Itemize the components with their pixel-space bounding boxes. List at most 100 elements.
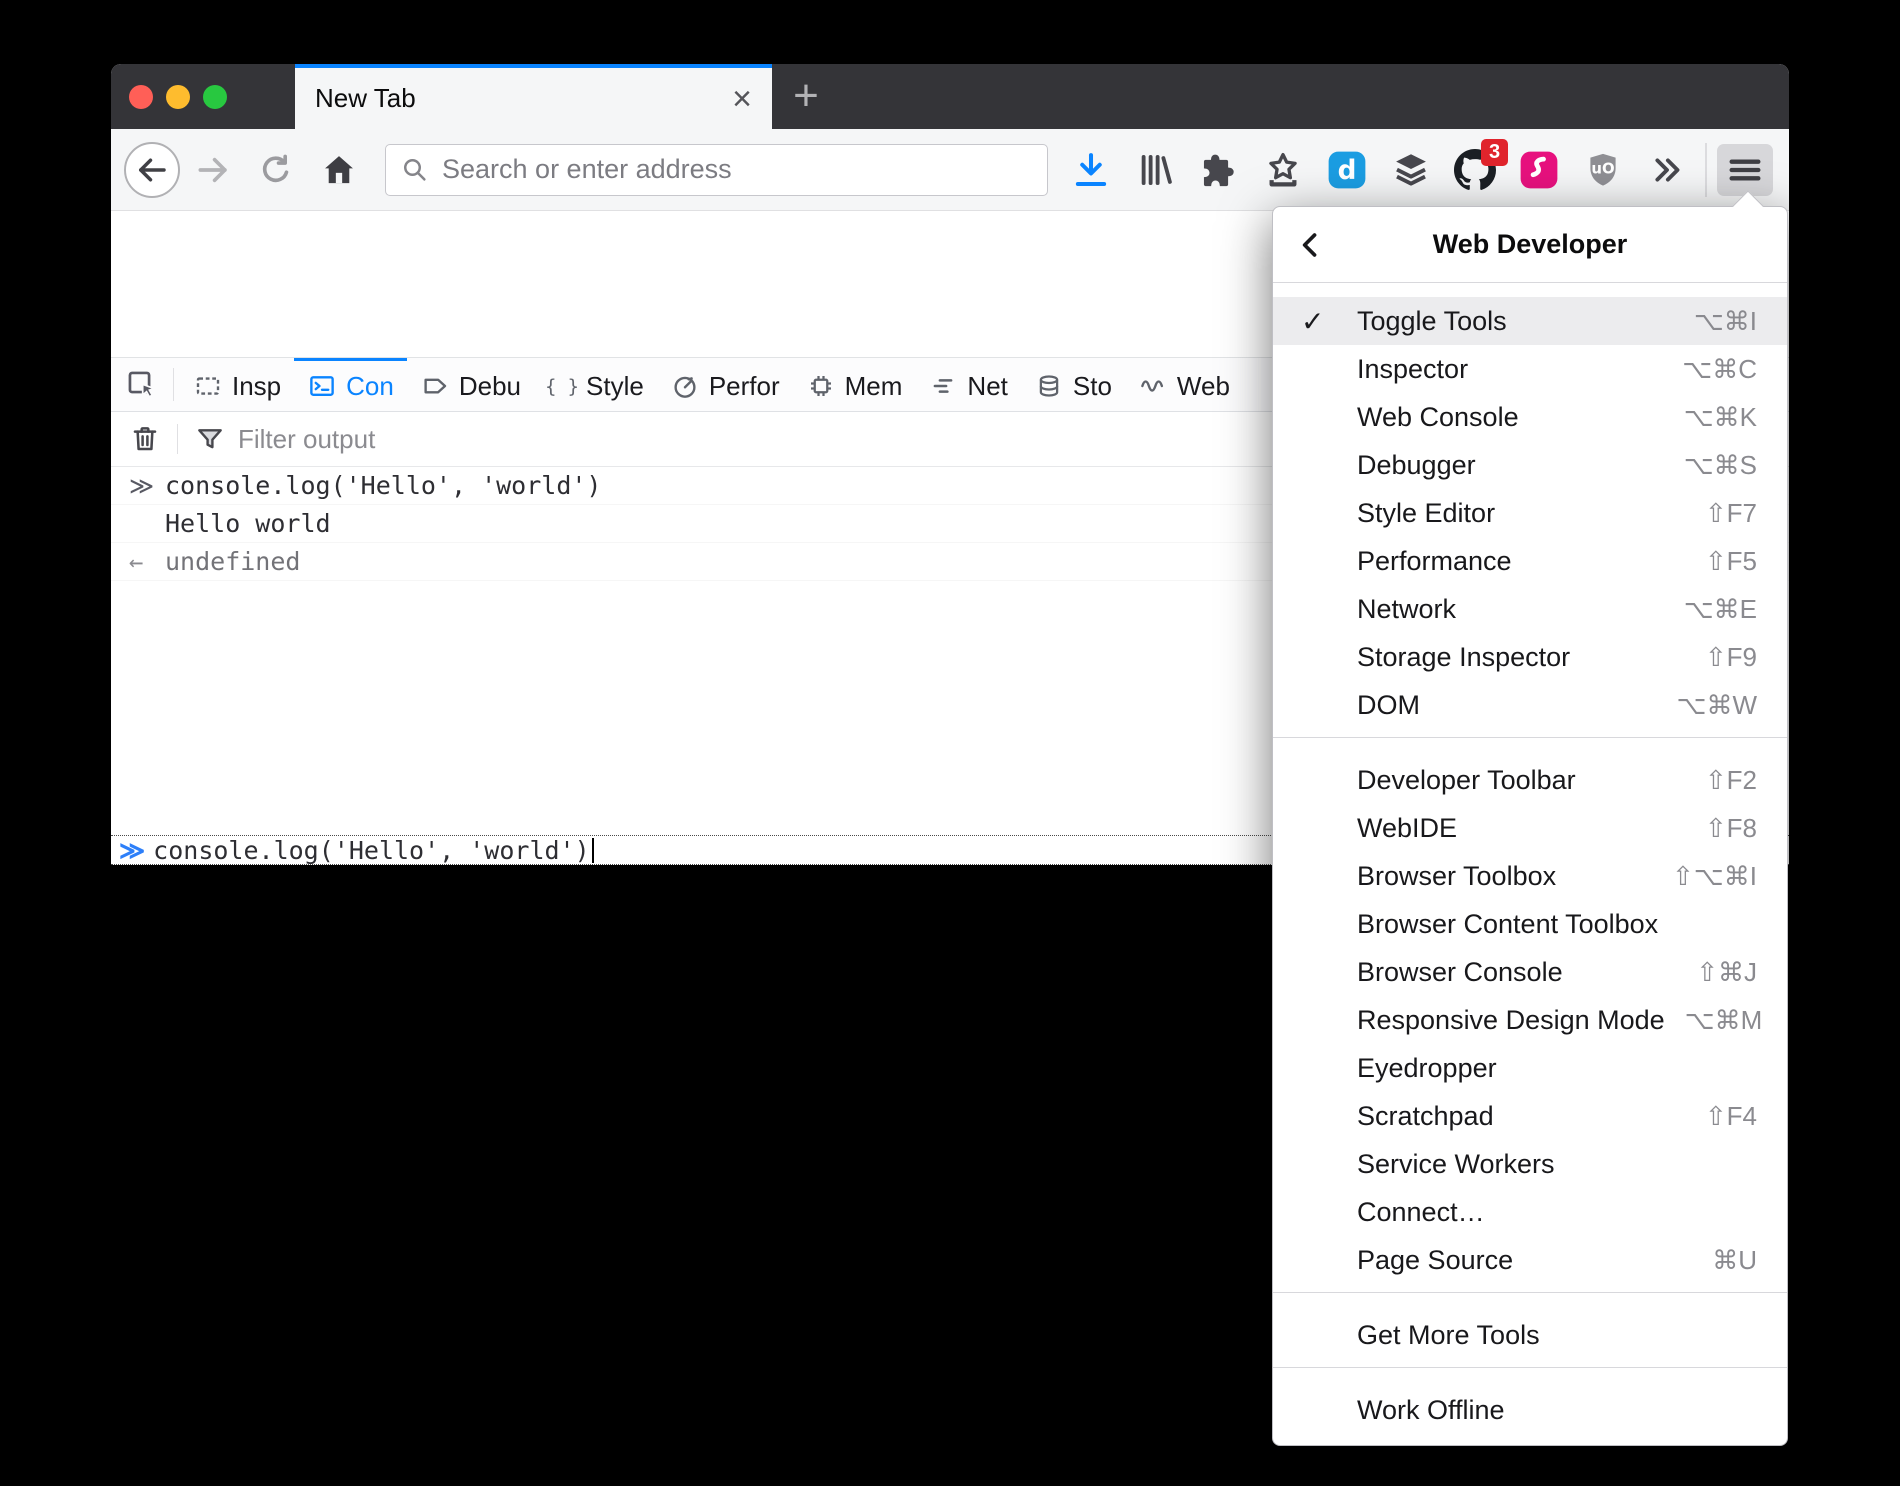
close-window-button[interactable] [129,85,153,109]
menu-item-label: Browser Console [1357,957,1676,988]
devtools-tab-label: Debu [459,371,521,402]
menu-item-label: Service Workers [1357,1149,1757,1180]
menu-item-scratchpad[interactable]: Scratchpad⇧F4 [1273,1092,1787,1140]
menu-group: Developer Toolbar⇧F2WebIDE⇧F8Browser Too… [1273,738,1787,1293]
menu-item-label: Browser Toolbox [1357,861,1652,892]
menu-item-label: Storage Inspector [1357,642,1685,673]
devtools-tab-performance[interactable]: Perfor [657,358,793,411]
back-button[interactable] [124,142,180,198]
inspector-tab-icon [193,371,223,401]
home-icon [320,151,358,189]
devtools-tab-inspector[interactable]: Insp [180,358,294,411]
devtools-tab-webaudio[interactable]: Web [1125,358,1243,411]
devtools-tab-label: Perfor [709,371,780,402]
menu-item-performance[interactable]: Performance⇧F5 [1273,537,1787,585]
hamburger-icon [1725,150,1765,190]
menu-item-toggle-tools[interactable]: ✓Toggle Tools⌥⌘I [1273,297,1787,345]
d-extension-button[interactable]: d [1323,146,1371,194]
menu-item-service-workers[interactable]: Service Workers [1273,1140,1787,1188]
console-prompt-icon: ≫ [119,836,145,865]
menu-item-storage-inspector[interactable]: Storage Inspector⇧F9 [1273,633,1787,681]
menu-item-debugger[interactable]: Debugger⌥⌘S [1273,441,1787,489]
chevron-left-icon [1294,228,1328,262]
url-bar[interactable] [385,144,1048,196]
tab-close-icon[interactable]: × [728,82,756,116]
github-extension-button[interactable]: 3 [1451,146,1499,194]
menu-group: Get More Tools [1273,1293,1787,1368]
web-developer-menu: Web Developer ✓Toggle Tools⌥⌘IInspector⌥… [1272,206,1788,1446]
menu-item-work-offline[interactable]: Work Offline [1273,1386,1787,1434]
pick-element-button[interactable] [117,358,167,411]
devtools-tab-style-editor[interactable]: { }Style [534,358,657,411]
devtools-tabs: Insp Con Debu { }Style Perfor Mem Net Sto Web [180,358,1325,411]
url-input[interactable] [442,154,1033,185]
menu-item-label: DOM [1357,690,1656,721]
ublock-shield-icon: uO [1582,149,1624,191]
webaudio-tab-icon [1138,371,1168,401]
overflow-button[interactable] [1643,146,1691,194]
menu-items: ✓Toggle Tools⌥⌘IInspector⌥⌘CWeb Console⌥… [1273,283,1787,1445]
devtools-tab-storage[interactable]: Sto [1021,358,1125,411]
menu-item-developer-toolbar[interactable]: Developer Toolbar ⇧F2 [1273,756,1787,804]
titlebar: New Tab × + [111,64,1789,129]
devtools-tab-debugger[interactable]: Debu [407,358,534,411]
tab-new-tab[interactable]: New Tab × [295,64,772,129]
performance-tab-icon [670,371,700,401]
pink-addon-icon [1518,149,1560,191]
network-tab-icon [928,371,958,401]
menu-item-style-editor[interactable]: Style Editor⇧F7 [1273,489,1787,537]
menu-item-browser-toolbox[interactable]: Browser Toolbox⇧⌥⌘I [1273,852,1787,900]
menu-group: ✓Toggle Tools⌥⌘IInspector⌥⌘CWeb Console⌥… [1273,283,1787,738]
menu-item-shortcut: ⌥⌘E [1684,594,1757,625]
ublock-extension-button[interactable]: uO [1579,146,1627,194]
devtools-tab-label: Sto [1073,371,1112,402]
downloads-button[interactable] [1067,146,1115,194]
menu-group: Work Offline [1273,1368,1787,1445]
menu-item-page-source[interactable]: Page Source⌘U [1273,1236,1787,1284]
menu-item-connect[interactable]: Connect… [1273,1188,1787,1236]
menu-back-button[interactable] [1287,221,1335,269]
pink-extension-button[interactable] [1515,146,1563,194]
menu-title: Web Developer [1273,229,1787,260]
menu-item-network[interactable]: Network⌥⌘E [1273,585,1787,633]
filter-button[interactable] [188,417,232,461]
download-icon [1070,149,1112,191]
minimize-window-button[interactable] [166,85,190,109]
devtools-tab-label: Insp [232,371,281,402]
menu-item-inspector[interactable]: Inspector⌥⌘C [1273,345,1787,393]
bookmarks-button[interactable] [1259,146,1307,194]
zoom-window-button[interactable] [203,85,227,109]
forward-button[interactable] [189,146,237,194]
menu-item-label: Scratchpad [1357,1101,1685,1132]
reload-button[interactable] [252,146,300,194]
debugger-tab-icon [420,371,450,401]
menu-item-shortcut: ⇧F2 [1705,765,1757,796]
app-menu-button[interactable] [1717,144,1773,196]
menu-item-label: Developer Toolbar [1357,765,1685,796]
menu-item-dom[interactable]: DOM⌥⌘W [1273,681,1787,729]
search-icon [400,155,430,185]
menu-item-responsive-design-mode[interactable]: Responsive Design Mode⌥⌘M [1273,996,1787,1044]
menu-item-label: Get More Tools [1357,1320,1757,1351]
menu-item-browser-console[interactable]: Browser Console⇧⌘J [1273,948,1787,996]
devtools-tab-memory[interactable]: Mem [793,358,916,411]
menu-item-webide[interactable]: WebIDE⇧F8 [1273,804,1787,852]
menu-item-shortcut: ⌥⌘I [1694,306,1757,337]
devtools-tab-network[interactable]: Net [915,358,1020,411]
devtools-tab-console[interactable]: Con [294,358,407,411]
layers-extension-button[interactable] [1387,146,1435,194]
library-icon [1134,149,1176,191]
home-button[interactable] [315,146,363,194]
new-tab-button[interactable]: + [783,72,829,120]
clear-console-button[interactable] [123,417,167,461]
menu-item-eyedropper[interactable]: Eyedropper [1273,1044,1787,1092]
menu-item-web-console[interactable]: Web Console⌥⌘K [1273,393,1787,441]
storage-tab-icon [1034,371,1064,401]
menu-item-get-more-tools[interactable]: Get More Tools [1273,1311,1787,1359]
devtools-tab-label: Net [967,371,1007,402]
menu-item-browser-content-toolbox[interactable]: Browser Content Toolbox [1273,900,1787,948]
braces-icon: { } [547,371,577,401]
desktop: New Tab × + d 3 uO [0,0,1900,1486]
library-button[interactable] [1131,146,1179,194]
extensions-button[interactable] [1195,146,1243,194]
